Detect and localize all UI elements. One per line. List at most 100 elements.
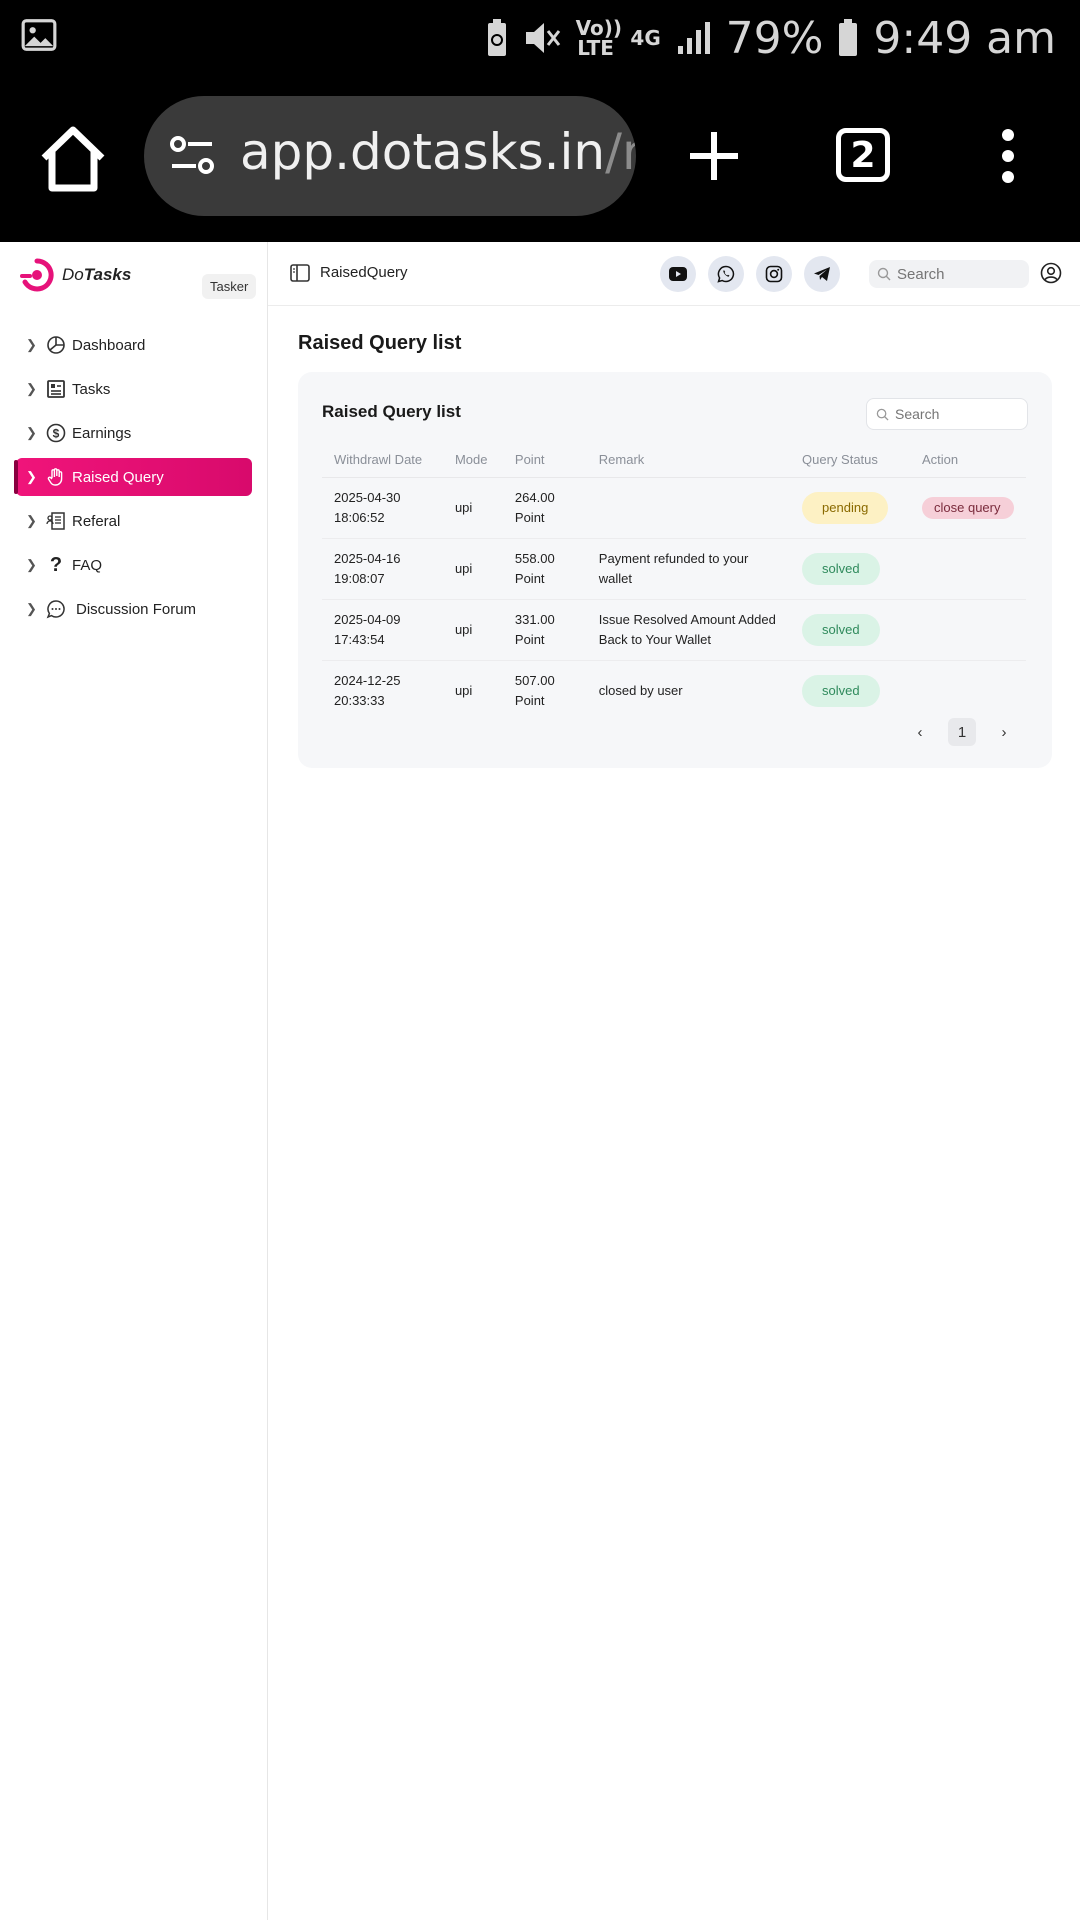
whatsapp-button[interactable] bbox=[708, 256, 744, 292]
col-mode[interactable]: Mode bbox=[442, 440, 503, 478]
sidebar-item-faq[interactable]: ❯ ? FAQ bbox=[16, 546, 252, 584]
battery-saver-icon bbox=[486, 18, 508, 58]
mode-cell: upi bbox=[442, 538, 503, 600]
address-bar[interactable]: app.dotasks.in/ra bbox=[144, 96, 636, 216]
brand-name-prefix: Do bbox=[62, 265, 84, 284]
time-value: 19:08:07 bbox=[334, 571, 385, 586]
svg-text:$: $ bbox=[53, 427, 60, 441]
date-cell: 2025-04-16 19:08:07 bbox=[322, 538, 443, 600]
youtube-icon bbox=[669, 267, 687, 281]
table-search-input[interactable] bbox=[893, 405, 1017, 423]
col-action[interactable]: Action bbox=[910, 440, 1026, 478]
remark-cell: closed by user bbox=[598, 683, 683, 698]
remark-cell bbox=[586, 477, 791, 539]
chevron-right-icon: ❯ bbox=[26, 557, 37, 572]
query-list-card: Raised Query list Withdrawl Date Mode Po… bbox=[298, 372, 1052, 768]
breadcrumb: RaisedQuery bbox=[320, 264, 408, 281]
point-value: 558.00 bbox=[514, 551, 555, 566]
point-value: 331.00 bbox=[514, 612, 555, 627]
point-value: 264.00 bbox=[514, 490, 555, 505]
network-type: 4G bbox=[630, 26, 661, 50]
tab-switcher-button[interactable]: 2 bbox=[836, 128, 890, 182]
point-cell: 264.00 Point bbox=[502, 477, 587, 539]
sidebar-item-referal[interactable]: ❯ Referal bbox=[16, 502, 252, 540]
new-tab-icon[interactable] bbox=[688, 130, 740, 182]
volte-label: Vo)) LTE bbox=[575, 16, 622, 60]
card-title: Raised Query list bbox=[322, 402, 461, 421]
mode-cell: upi bbox=[442, 477, 503, 539]
action-cell: close query bbox=[910, 477, 1026, 539]
next-page-icon[interactable]: › bbox=[990, 718, 1018, 746]
instagram-button[interactable] bbox=[756, 256, 792, 292]
app-root: DoTasks Tasker ❯ Dashboard ❯ Tasks ❯ $ E… bbox=[0, 242, 1080, 1920]
battery-icon bbox=[837, 18, 859, 58]
referral-icon bbox=[46, 511, 66, 531]
brand-name-suffix: Tasks bbox=[83, 265, 132, 284]
point-unit: Point bbox=[514, 510, 545, 525]
time-value: 18:06:52 bbox=[334, 510, 385, 525]
sidebar-item-raised-query[interactable]: ❯ Raised Query bbox=[14, 458, 252, 496]
col-withdrawl-date[interactable]: Withdrawl Date bbox=[322, 440, 443, 478]
status-badge: solved bbox=[802, 675, 880, 707]
date-value: 2025-04-30 bbox=[334, 490, 401, 505]
chevron-right-icon: ❯ bbox=[26, 337, 37, 352]
sidebar-item-dashboard[interactable]: ❯ Dashboard bbox=[16, 326, 252, 364]
signal-icon bbox=[676, 20, 712, 56]
clock: 9:49 am bbox=[873, 12, 1056, 64]
sidebar-item-tasks[interactable]: ❯ Tasks bbox=[16, 370, 252, 408]
prev-page-icon[interactable]: ‹ bbox=[906, 718, 934, 746]
action-cell bbox=[910, 538, 1026, 600]
mode-cell: upi bbox=[442, 599, 503, 661]
point-cell: 507.00 Point bbox=[503, 661, 587, 722]
col-remark[interactable]: Remark bbox=[586, 440, 791, 478]
chevron-right-icon: ❯ bbox=[26, 425, 37, 440]
status-cell: solved bbox=[790, 599, 910, 661]
mute-icon bbox=[522, 18, 562, 58]
header-search[interactable] bbox=[869, 260, 1029, 288]
chevron-right-icon: ❯ bbox=[26, 469, 37, 484]
header-search-input[interactable] bbox=[895, 264, 1019, 284]
sidebar-item-earnings[interactable]: ❯ $ Earnings bbox=[16, 414, 252, 452]
sidebar-toggle-icon[interactable] bbox=[290, 264, 310, 282]
dollar-icon: $ bbox=[46, 423, 66, 443]
brand-logo[interactable]: DoTasks bbox=[20, 258, 131, 292]
col-query-status[interactable]: Query Status bbox=[790, 440, 910, 478]
table-header-row: Withdrawl Date Mode Point Remark Query S… bbox=[322, 440, 1026, 478]
table-row: 2024-12-25 20:33:33 upi 507.00 Point close… bbox=[322, 661, 1026, 722]
page-title: Raised Query list bbox=[298, 332, 462, 354]
remark-cell: Issue Resolved Amount Added Back to Your… bbox=[586, 599, 791, 661]
status-badge: pending bbox=[802, 492, 889, 524]
date-cell: 2024-12-25 20:33:33 bbox=[322, 661, 443, 722]
more-vert-icon[interactable] bbox=[996, 128, 1020, 184]
point-unit: Point bbox=[514, 632, 545, 647]
sidebar: DoTasks Tasker ❯ Dashboard ❯ Tasks ❯ $ E… bbox=[0, 242, 268, 1920]
sidebar-item-label: Earnings bbox=[72, 424, 132, 442]
table-row: 2025-04-30 18:06:52 upi 264.00 Point pendi… bbox=[322, 477, 1026, 539]
browser-toolbar: app.dotasks.in/ra 2 bbox=[0, 76, 1080, 242]
table-row: 2025-04-09 17:43:54 upi 331.00 Point Issue… bbox=[322, 599, 1026, 661]
question-icon: ? bbox=[49, 553, 63, 576]
point-unit: Point bbox=[514, 693, 545, 708]
col-point[interactable]: Point bbox=[502, 440, 587, 478]
telegram-button[interactable] bbox=[804, 256, 840, 292]
task-list-icon bbox=[46, 379, 66, 399]
page-number-current[interactable]: 1 bbox=[948, 718, 976, 746]
table-search[interactable] bbox=[866, 398, 1028, 430]
role-badge: Tasker bbox=[202, 274, 257, 299]
gallery-notification-icon bbox=[21, 19, 57, 51]
status-badge: solved bbox=[802, 614, 880, 646]
user-account-icon[interactable] bbox=[1040, 262, 1062, 284]
whatsapp-icon bbox=[717, 265, 735, 283]
sidebar-item-discussion-forum[interactable]: ❯ Discussion Forum bbox=[16, 590, 252, 628]
mode-cell: upi bbox=[454, 683, 473, 698]
site-settings-icon[interactable] bbox=[168, 136, 216, 176]
main-content: Raised Query list Raised Query list With… bbox=[298, 332, 1052, 768]
chevron-right-icon: ❯ bbox=[26, 513, 37, 528]
close-query-button[interactable]: close query bbox=[922, 497, 1014, 519]
youtube-button[interactable] bbox=[660, 256, 696, 292]
sidebar-item-label: Raised Query bbox=[72, 468, 164, 486]
sidebar-item-label: Discussion Forum bbox=[76, 600, 197, 618]
action-cell bbox=[910, 599, 1026, 661]
table-row: 2025-04-16 19:08:07 upi 558.00 Point Payme… bbox=[322, 538, 1026, 600]
home-icon[interactable] bbox=[38, 124, 108, 194]
